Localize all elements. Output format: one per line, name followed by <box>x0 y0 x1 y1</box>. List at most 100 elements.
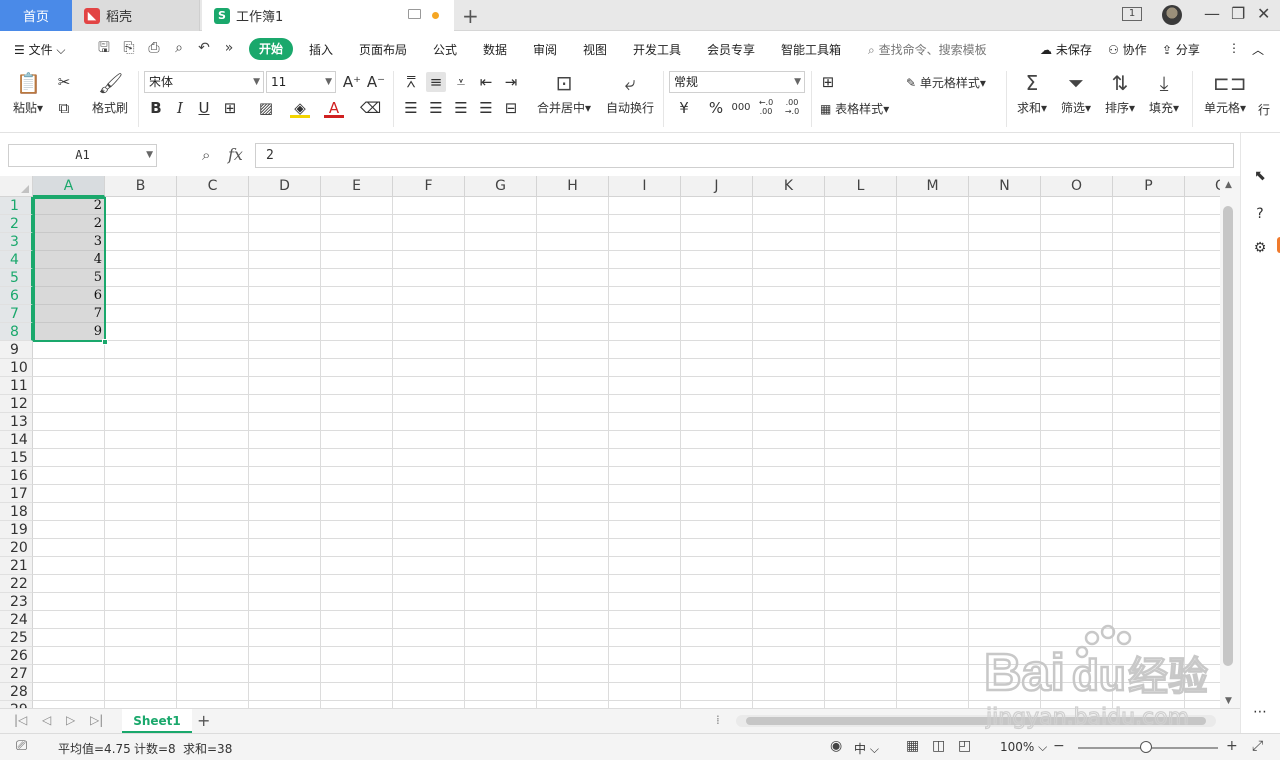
wrap-text-button[interactable]: ⤶ 自动换行 <box>602 71 658 116</box>
print-preview-icon[interactable]: ⌕ <box>171 40 187 56</box>
column-header[interactable]: O <box>1041 176 1113 197</box>
row-header[interactable]: 6 <box>0 287 33 305</box>
page-layout-view-icon[interactable]: ◫ <box>932 738 945 754</box>
row-header[interactable]: 18 <box>0 503 33 521</box>
zoom-slider-knob[interactable] <box>1140 741 1152 753</box>
decimal-increase-icon[interactable]: ←.0 .00 <box>756 98 776 118</box>
cell[interactable]: 2 <box>33 215 105 233</box>
font-size-select[interactable]: 11 ▼ <box>266 71 336 93</box>
justify-icon[interactable]: ☰ <box>476 98 496 118</box>
share-button[interactable]: ⇪ 分享 <box>1162 41 1200 58</box>
cell-style-button[interactable]: ✎ 单元格样式▾ <box>906 74 986 91</box>
fill-button[interactable]: ⤓ 填充▾ <box>1144 71 1184 116</box>
thousands-icon[interactable]: 000 <box>731 98 751 118</box>
monitor-icon[interactable] <box>408 9 421 19</box>
file-menu[interactable]: ☰ 文件 ⌵ <box>14 41 66 58</box>
collab-button[interactable]: ⚇ 协作 <box>1108 41 1147 58</box>
font-color-icon[interactable]: A <box>324 98 344 118</box>
cell[interactable]: 5 <box>33 269 105 287</box>
column-header[interactable]: A <box>33 176 105 197</box>
decimal-decrease-icon[interactable]: .00 →.0 <box>782 98 802 118</box>
tab-formulas[interactable]: 公式 <box>433 41 457 58</box>
align-middle-icon[interactable]: ≡ <box>426 72 446 92</box>
cell-area[interactable]: 22345679 <box>33 197 1220 708</box>
row-header[interactable]: 13 <box>0 413 33 431</box>
export-pdf-icon[interactable]: ⎘ <box>121 40 137 56</box>
font-decrease-icon[interactable]: A⁻ <box>366 72 386 92</box>
column-header[interactable]: J <box>681 176 753 197</box>
tab-review[interactable]: 审阅 <box>533 41 557 58</box>
row-column-button[interactable]: 行 <box>1258 101 1270 118</box>
sum-button[interactable]: Σ 求和▾ <box>1012 71 1052 116</box>
scroll-up-icon[interactable]: ▲ <box>1225 180 1232 190</box>
tab-insert[interactable]: 插入 <box>309 41 333 58</box>
column-header[interactable]: D <box>249 176 321 197</box>
paste-button[interactable]: 📋 粘贴▾ <box>10 71 46 116</box>
column-header[interactable]: M <box>897 176 969 197</box>
fill-handle[interactable] <box>102 339 108 345</box>
row-header[interactable]: 14 <box>0 431 33 449</box>
window-count-icon[interactable]: 1 <box>1122 7 1142 21</box>
tab-view[interactable]: 视图 <box>583 41 607 58</box>
cell[interactable]: 3 <box>33 233 105 251</box>
eraser-icon[interactable]: ⌫ <box>360 98 381 118</box>
row-header[interactable]: 10 <box>0 359 33 377</box>
column-header[interactable]: E <box>321 176 393 197</box>
tab-page-layout[interactable]: 页面布局 <box>359 41 407 58</box>
row-header[interactable]: 25 <box>0 629 33 647</box>
restore-icon[interactable]: ❐ <box>1231 4 1245 23</box>
new-tab-button[interactable]: + <box>462 4 479 28</box>
border-icon[interactable]: ⊞ <box>220 98 240 118</box>
row-header[interactable]: 24 <box>0 611 33 629</box>
eye-protection-icon[interactable]: ◉ <box>830 738 842 754</box>
cell-button[interactable]: ⊏⊐ 单元格▾ <box>1200 71 1250 116</box>
column-header[interactable]: H <box>537 176 609 197</box>
more-options-icon[interactable]: ⋯ <box>1251 703 1269 721</box>
row-header[interactable]: 11 <box>0 377 33 395</box>
row-header[interactable]: 26 <box>0 647 33 665</box>
row-header[interactable]: 1 <box>0 197 33 215</box>
table-grid-icon[interactable]: ⊞ <box>818 72 838 92</box>
vertical-scrollbar[interactable]: ▲ ▼ <box>1220 176 1240 708</box>
unsaved-button[interactable]: ☁ 未保存 <box>1040 41 1092 58</box>
row-header[interactable]: 8 <box>0 323 33 341</box>
indent-decrease-icon[interactable]: ⇤ <box>476 72 496 92</box>
distribute-icon[interactable]: ⊟ <box>501 98 521 118</box>
normal-view-icon[interactable]: ▦ <box>906 738 919 754</box>
sort-button[interactable]: ⇅ 排序▾ <box>1100 71 1140 116</box>
column-header[interactable]: N <box>969 176 1041 197</box>
prev-sheet-icon[interactable]: ◁ <box>42 713 51 727</box>
cursor-select-icon[interactable]: ⬉ <box>1251 167 1269 185</box>
column-header[interactable]: C <box>177 176 249 197</box>
first-sheet-icon[interactable]: |◁ <box>14 713 27 727</box>
tab-developer[interactable]: 开发工具 <box>633 41 681 58</box>
fill-style-icon[interactable]: ▨ <box>256 98 276 118</box>
name-box[interactable]: A1 ▼ <box>8 144 157 167</box>
zoom-out-icon[interactable]: − <box>1053 738 1065 754</box>
collapse-ribbon-icon[interactable]: ︿ <box>1252 41 1264 58</box>
cell[interactable]: 4 <box>33 251 105 269</box>
help-icon[interactable]: ? <box>1251 205 1269 223</box>
align-right-icon[interactable]: ☰ <box>451 98 471 118</box>
horizontal-scrollbar[interactable] <box>736 715 1216 727</box>
vertical-scroll-thumb[interactable] <box>1223 206 1233 666</box>
row-header[interactable]: 5 <box>0 269 33 287</box>
command-search[interactable]: ⌕ 查找命令、搜索模板 <box>868 41 987 58</box>
currency-icon[interactable]: ¥ <box>674 98 694 118</box>
row-header[interactable]: 9 <box>0 341 33 359</box>
formula-input[interactable]: 2 <box>255 143 1234 168</box>
align-top-icon[interactable]: ⩞ <box>401 72 421 92</box>
merge-center-button[interactable]: ⊡ 合并居中▾ <box>534 71 594 116</box>
row-header[interactable]: 17 <box>0 485 33 503</box>
split-handle-icon[interactable]: ⁞ <box>716 713 720 727</box>
row-header[interactable]: 7 <box>0 305 33 323</box>
row-header[interactable]: 12 <box>0 395 33 413</box>
macro-record-icon[interactable]: ⎚ <box>16 738 27 754</box>
bold-icon[interactable]: B <box>146 98 166 118</box>
column-header[interactable]: P <box>1113 176 1185 197</box>
row-header[interactable]: 19 <box>0 521 33 539</box>
column-header[interactable]: B <box>105 176 177 197</box>
format-painter-button[interactable]: 🖌 格式刷 <box>90 71 130 116</box>
zoom-in-icon[interactable]: + <box>1226 738 1238 754</box>
column-header[interactable]: I <box>609 176 681 197</box>
